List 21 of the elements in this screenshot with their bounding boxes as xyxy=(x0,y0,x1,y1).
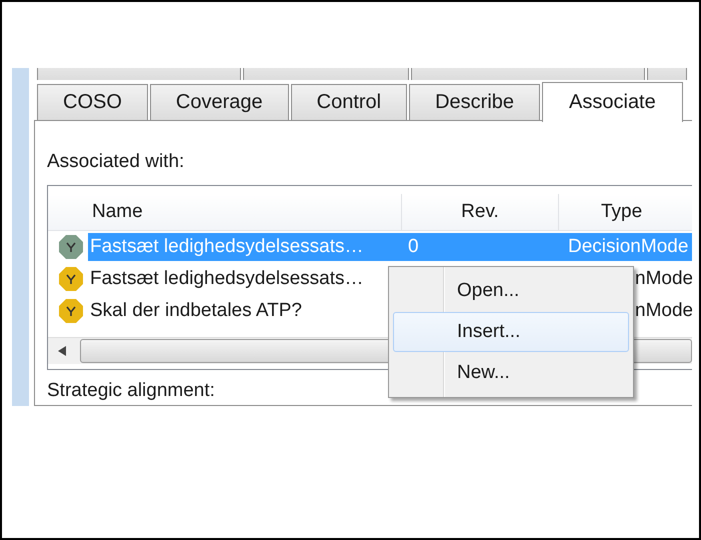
strategic-label: Strategic alignment: xyxy=(47,380,216,402)
column-header[interactable]: Name xyxy=(48,194,402,230)
type-cell-text: nMode xyxy=(634,300,692,322)
rev-cell-text: 0 xyxy=(407,236,420,258)
type-cell-text: DecisionMode xyxy=(567,236,688,258)
type-cell-text: nMode xyxy=(634,268,692,290)
name-cell-text: Fastsæt ledighedsydelsessats… xyxy=(89,236,365,258)
name-cell-text: Fastsæt ledighedsydelsessats… xyxy=(89,268,365,290)
menu-item[interactable]: New... xyxy=(393,352,629,393)
tab[interactable]: Describe xyxy=(409,84,540,120)
tab[interactable]: Control xyxy=(290,84,408,120)
name-cell-text: Skal der indbetales ATP? xyxy=(89,300,303,322)
column-header[interactable]: Type xyxy=(559,194,692,230)
left-arrow-icon[interactable] xyxy=(58,346,66,356)
tab[interactable]: Associate xyxy=(542,82,683,122)
tab[interactable]: COSO xyxy=(37,84,148,120)
menu-item[interactable]: Insert... xyxy=(393,312,629,352)
menu-item[interactable]: Open... xyxy=(393,271,629,312)
associated-label: Associated with: xyxy=(47,151,186,173)
column-header[interactable]: Rev. xyxy=(402,194,559,230)
tab[interactable]: Coverage xyxy=(150,84,289,120)
